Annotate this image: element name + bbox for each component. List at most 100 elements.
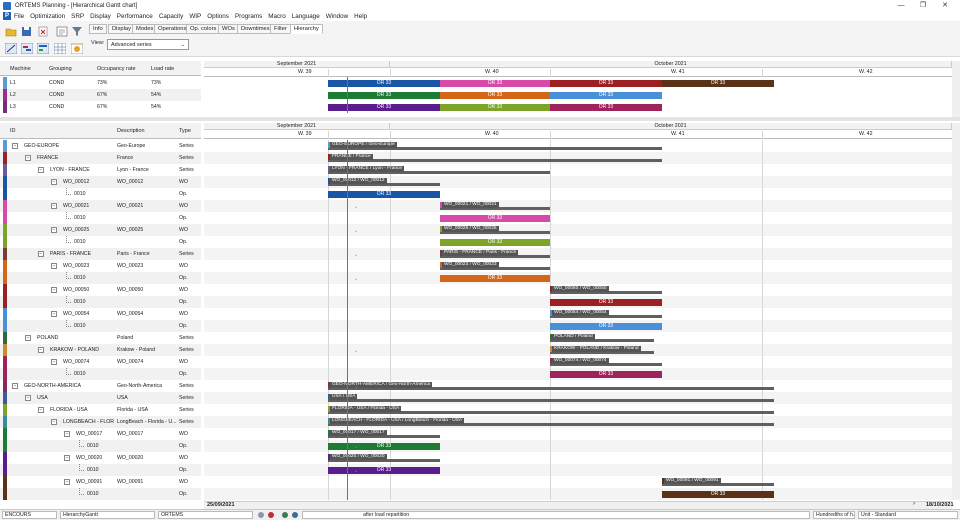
status-indicator-3-icon[interactable] bbox=[282, 512, 288, 518]
close-document-icon[interactable] bbox=[36, 25, 49, 37]
tab-filter[interactable]: Filter bbox=[270, 24, 291, 34]
tree-row[interactable]: − POLAND Poland Series bbox=[0, 332, 201, 344]
collapse-toggle-icon[interactable]: − bbox=[51, 311, 57, 317]
collapse-toggle-icon[interactable]: − bbox=[51, 263, 57, 269]
tree-row[interactable]: 0010 Op. bbox=[0, 488, 201, 500]
tab-display[interactable]: Display bbox=[108, 24, 136, 34]
menu-performance[interactable]: Performance bbox=[117, 13, 153, 20]
gantt-tool-3-icon[interactable] bbox=[36, 42, 50, 55]
collapse-toggle-icon[interactable]: − bbox=[38, 347, 44, 353]
machine-load-bar[interactable]: OR 33 bbox=[440, 92, 550, 99]
tree-row[interactable]: 0010 Op. bbox=[0, 212, 201, 224]
tree-row[interactable]: − WO_00021 WO_00021 WO bbox=[0, 200, 201, 212]
tree-row[interactable]: − GEO-EUROPE Geo-Europe Series bbox=[0, 140, 201, 152]
tree-row[interactable]: 0010 Op. bbox=[0, 236, 201, 248]
type-column-header[interactable]: Type bbox=[179, 128, 191, 134]
operation-bar[interactable]: OR 33 bbox=[550, 299, 662, 306]
description-column-header[interactable]: Description bbox=[117, 128, 145, 134]
menu-file[interactable]: File bbox=[14, 13, 24, 20]
tree-row[interactable]: 0010 Op. bbox=[0, 188, 201, 200]
id-column-header[interactable]: ID bbox=[10, 128, 16, 134]
machine-load-bar[interactable]: OR 33 bbox=[440, 80, 550, 87]
menu-optimization[interactable]: Optimization bbox=[30, 13, 65, 20]
menu-options[interactable]: Options bbox=[207, 13, 229, 20]
collapse-toggle-icon[interactable]: − bbox=[51, 203, 57, 209]
tree-row[interactable]: 0010 Op. bbox=[0, 440, 201, 452]
tree-row[interactable]: − GEO-NORTH-AMERICA Geo-North-America Serie… bbox=[0, 380, 201, 392]
machine-load-bar[interactable]: OR 33 bbox=[550, 104, 662, 111]
bottom-vertical-scrollbar[interactable] bbox=[952, 123, 960, 500]
operation-bar[interactable]: OR 33 bbox=[328, 191, 440, 198]
tree-row[interactable]: − KRAKOW - POLAND Krakow - Poland Series bbox=[0, 344, 201, 356]
tab-info[interactable]: Info bbox=[89, 24, 107, 34]
minimize-button[interactable]: — bbox=[890, 0, 912, 11]
machine-row[interactable]: L2 COND 67% 54% bbox=[0, 89, 201, 101]
tree-row[interactable]: − WO_00054 WO_00054 WO bbox=[0, 308, 201, 320]
collapse-toggle-icon[interactable]: − bbox=[38, 407, 44, 413]
machine-load-bar[interactable]: OR 33 bbox=[440, 104, 550, 111]
operation-bar[interactable]: OR 33 bbox=[440, 215, 550, 222]
tree-row[interactable]: 0010 Op. bbox=[0, 368, 201, 380]
save-icon[interactable] bbox=[20, 25, 33, 37]
machine-row[interactable]: L1 COND 73% 73% bbox=[0, 77, 201, 89]
menu-capacity[interactable]: Capacity bbox=[159, 13, 184, 20]
tab-op-colors[interactable]: Op. colors bbox=[186, 24, 221, 34]
collapse-toggle-icon[interactable]: − bbox=[64, 479, 70, 485]
collapse-toggle-icon[interactable]: − bbox=[51, 287, 57, 293]
tree-row[interactable]: 0010 Op. bbox=[0, 464, 201, 476]
collapse-toggle-icon[interactable]: − bbox=[12, 383, 18, 389]
menu-macro[interactable]: Macro bbox=[268, 13, 286, 20]
close-button[interactable]: ✕ bbox=[934, 0, 956, 11]
collapse-toggle-icon[interactable]: − bbox=[12, 143, 18, 149]
summary-bar[interactable] bbox=[328, 159, 662, 162]
calendar-icon[interactable] bbox=[70, 42, 84, 55]
tree-row[interactable]: − PARIS - FRANCE Paris - France Series bbox=[0, 248, 201, 260]
tree-row[interactable]: − WO_00025 WO_00025 WO bbox=[0, 224, 201, 236]
collapse-toggle-icon[interactable]: − bbox=[64, 431, 70, 437]
collapse-toggle-icon[interactable]: − bbox=[51, 179, 57, 185]
menu-help[interactable]: Help bbox=[354, 13, 367, 20]
occupancy-column-header[interactable]: Occupancy rate bbox=[97, 66, 136, 72]
operation-bar[interactable]: OR 33 bbox=[550, 323, 662, 330]
collapse-toggle-icon[interactable]: − bbox=[51, 419, 57, 425]
tree-row[interactable]: − WO_00023 WO_00023 WO bbox=[0, 260, 201, 272]
collapse-toggle-icon[interactable]: − bbox=[25, 395, 31, 401]
tree-row[interactable]: − LONGBEACH - FLORI LongBeach - Florida - … bbox=[0, 416, 201, 428]
tree-row[interactable]: 0010 Op. bbox=[0, 320, 201, 332]
restore-button[interactable]: ❐ bbox=[912, 0, 934, 11]
load-column-header[interactable]: Load rate bbox=[151, 66, 174, 72]
gantt-tool-1-icon[interactable] bbox=[4, 42, 18, 55]
status-indicator-1-icon[interactable] bbox=[258, 512, 264, 518]
tree-row[interactable]: − LYON - FRANCE Lyon - France Series bbox=[0, 164, 201, 176]
machine-load-bar[interactable]: OR 33 bbox=[550, 92, 662, 99]
menu-display[interactable]: Display bbox=[90, 13, 111, 20]
menu-programs[interactable]: Programs bbox=[235, 13, 262, 20]
tree-row[interactable]: − USA USA Series bbox=[0, 392, 201, 404]
operation-bar[interactable]: OR 33 bbox=[440, 239, 550, 246]
status-unit-standard[interactable]: Unit - Standard bbox=[858, 511, 958, 519]
tree-row[interactable]: − WO_00020 WO_00020 WO bbox=[0, 452, 201, 464]
collapse-toggle-icon[interactable]: − bbox=[51, 359, 57, 365]
table-icon[interactable] bbox=[53, 42, 67, 55]
machine-column-header[interactable]: Machine bbox=[10, 66, 31, 72]
tree-row[interactable]: − FLORIDA - USA Florida - USA Series bbox=[0, 404, 201, 416]
tree-row[interactable]: − WO_00017 WO_00017 WO bbox=[0, 428, 201, 440]
scroll-right-icon[interactable]: › bbox=[913, 501, 915, 507]
report-icon[interactable] bbox=[55, 25, 68, 37]
tab-downtimes[interactable]: Downtimes bbox=[237, 24, 274, 34]
tab-hierarchy[interactable]: Hierarchy bbox=[290, 24, 323, 34]
tab-operations[interactable]: Operations bbox=[154, 24, 191, 34]
status-indicator-2-icon[interactable] bbox=[268, 512, 274, 518]
operation-bar[interactable]: OR 33 bbox=[328, 467, 440, 474]
top-vertical-scrollbar[interactable] bbox=[952, 61, 960, 118]
machine-load-bar[interactable]: OR 33 bbox=[328, 104, 440, 111]
menu-language[interactable]: Language bbox=[292, 13, 320, 20]
operation-bar[interactable]: OR 33 bbox=[662, 491, 774, 498]
tree-row[interactable]: − WO_00091 WO_00091 WO bbox=[0, 476, 201, 488]
tab-wos[interactable]: WOs bbox=[218, 24, 239, 34]
status-indicator-4-icon[interactable] bbox=[292, 512, 298, 518]
collapse-toggle-icon[interactable]: − bbox=[38, 251, 44, 257]
collapse-toggle-icon[interactable]: − bbox=[25, 155, 31, 161]
operation-bar[interactable]: OR 33 bbox=[440, 275, 550, 282]
filter-icon[interactable] bbox=[70, 25, 83, 37]
